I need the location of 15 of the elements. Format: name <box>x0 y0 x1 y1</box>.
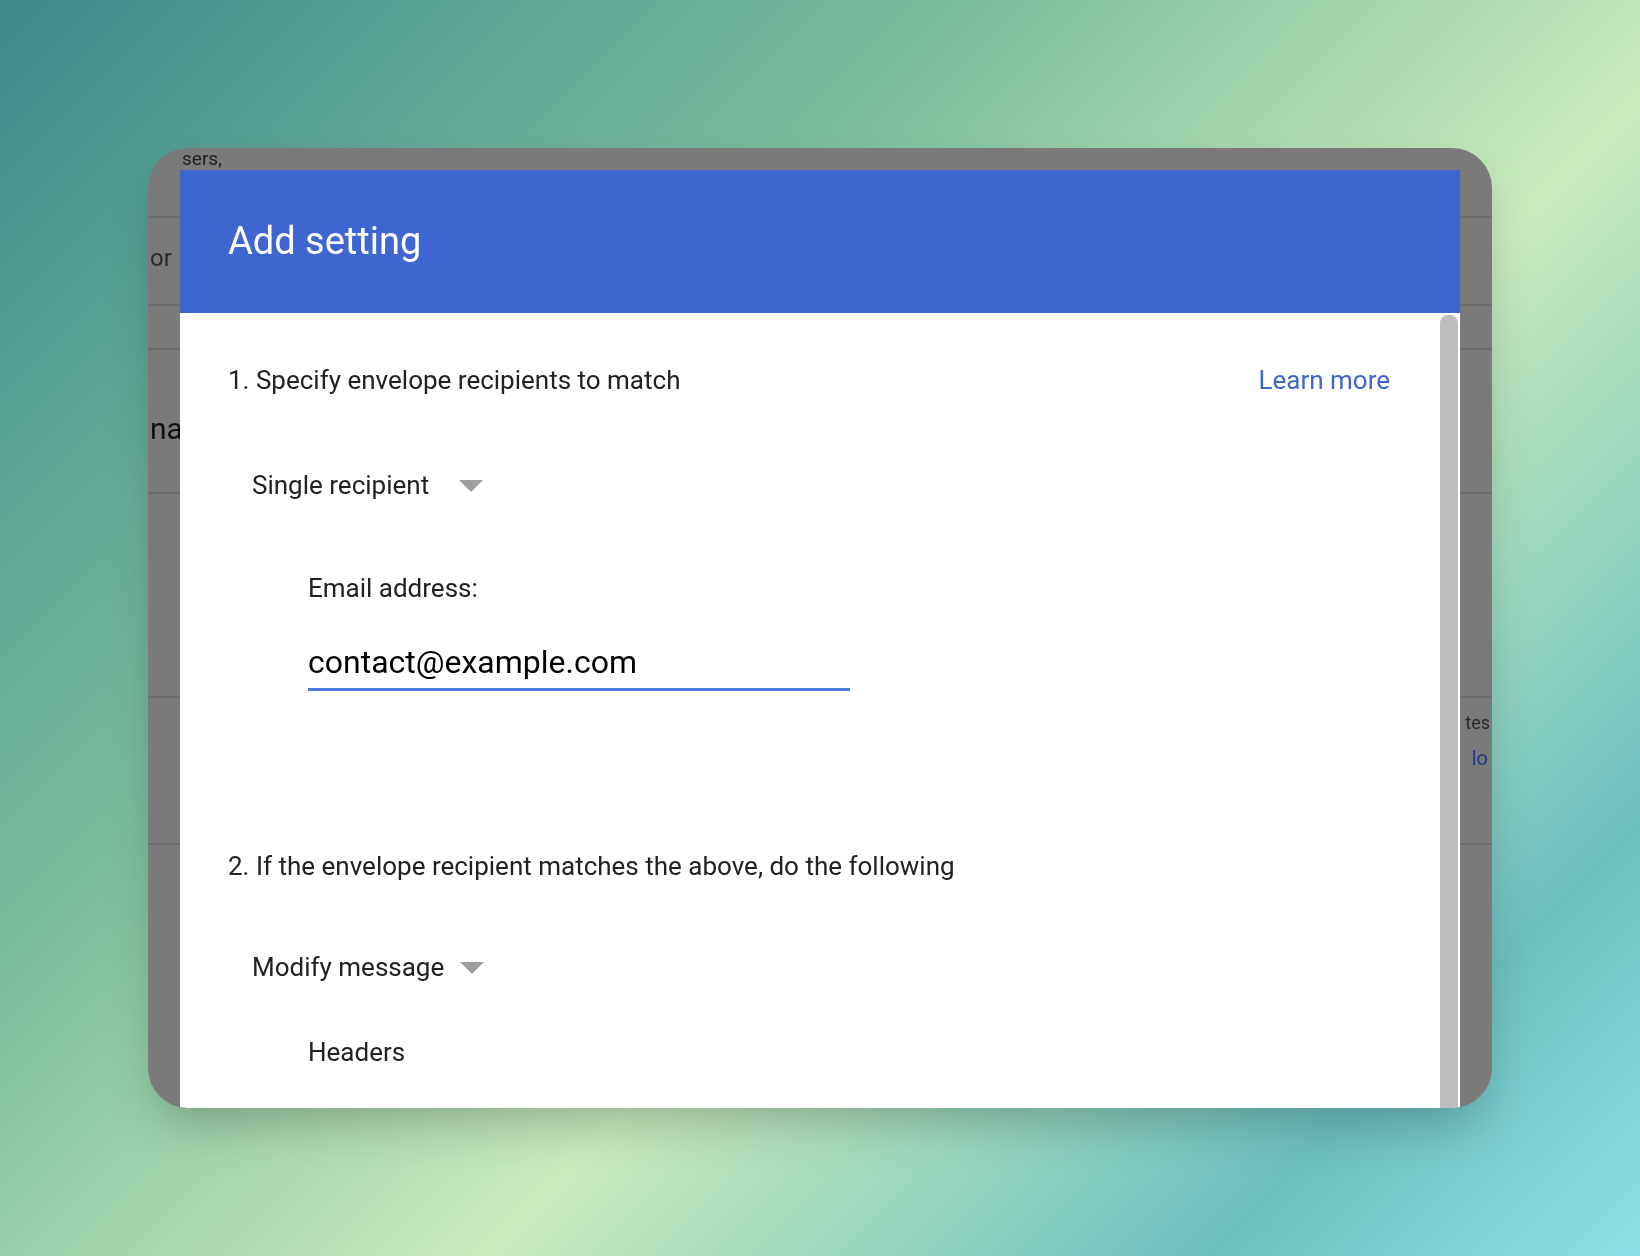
learn-more-link[interactable]: Learn more <box>1258 361 1390 400</box>
step-label: 2. If the envelope recipient matches the above, do the following <box>228 850 956 883</box>
dialog-title: Add setting <box>228 218 422 265</box>
section-heading: Headers <box>308 1036 407 1069</box>
background-text: or <box>150 246 172 270</box>
background-text: sers, <box>182 149 222 168</box>
background-text: lo <box>1471 748 1488 768</box>
scrollbar[interactable] <box>1440 315 1458 1108</box>
dropdown[interactable]: Modify message <box>252 948 485 987</box>
dropdown[interactable]: Single recipient <box>252 466 484 505</box>
email-field[interactable]: contact@example.com <box>308 638 850 691</box>
dropdown-caret-icon <box>460 961 485 974</box>
background-text: tes <box>1465 714 1490 732</box>
step-label: 1. Specify envelope recipients to match <box>228 364 681 397</box>
field-label: Email address: <box>308 572 479 605</box>
